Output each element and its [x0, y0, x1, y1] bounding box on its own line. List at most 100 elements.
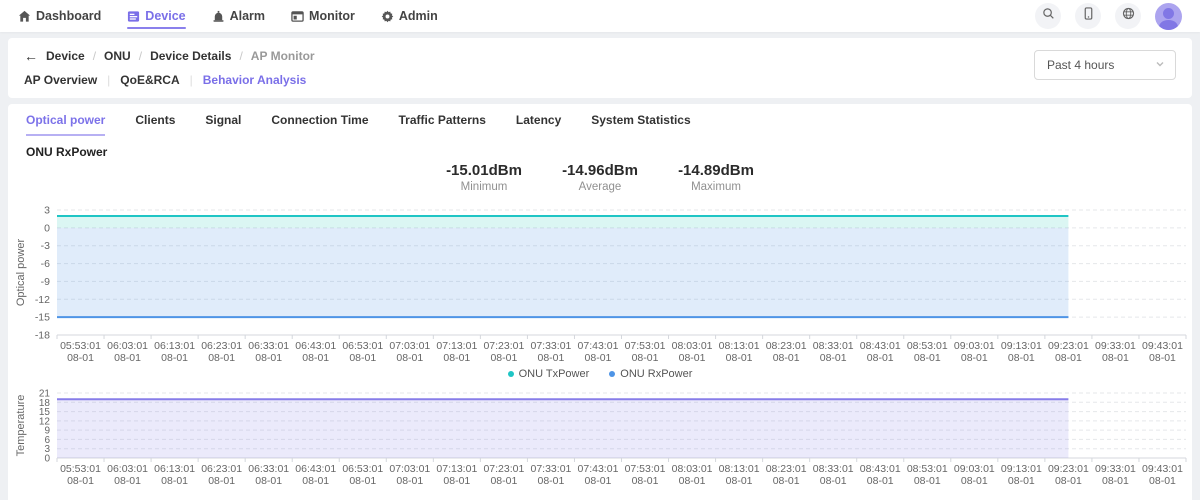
tab-latency[interactable]: Latency	[516, 113, 561, 136]
language-button[interactable]	[1115, 3, 1141, 29]
breadcrumb-current: AP Monitor	[250, 49, 315, 63]
x-tick-time: 07:13:01	[436, 463, 477, 475]
x-tick-time: 09:23:01	[1048, 463, 1089, 475]
y-tick-label: 3	[44, 205, 50, 217]
subnav-behavior-analysis[interactable]: Behavior Analysis	[203, 73, 307, 87]
x-tick-date: 08-01	[1055, 352, 1082, 364]
x-tick-date: 08-01	[1149, 352, 1176, 364]
nav-item-label: Device	[145, 9, 186, 23]
x-tick-date: 08-01	[585, 352, 612, 364]
x-tick-date: 08-01	[1008, 475, 1035, 487]
stat-maximum: -14.89dBm Maximum	[658, 162, 774, 193]
y-tick-label: -18	[35, 330, 50, 342]
user-avatar[interactable]	[1155, 2, 1182, 30]
x-tick-time: 09:13:01	[1001, 340, 1042, 352]
y-tick-label: -6	[41, 258, 50, 270]
x-tick-date: 08-01	[114, 475, 141, 487]
back-arrow-icon[interactable]: ←	[24, 48, 38, 64]
x-tick-time: 08:03:01	[672, 463, 713, 475]
legend-item[interactable]: ONU TxPower	[507, 368, 589, 380]
breadcrumb: ← Device / ONU / Device Details / AP Mon…	[24, 48, 1176, 64]
x-tick-date: 08-01	[538, 352, 565, 364]
breadcrumb-separator: /	[138, 49, 143, 63]
nav-item-admin[interactable]: Admin	[381, 0, 438, 32]
x-tick-date: 08-01	[396, 475, 423, 487]
nav-item-dashboard[interactable]: Dashboard	[18, 0, 101, 32]
nav-item-alarm[interactable]: Alarm	[212, 0, 265, 32]
breadcrumb-back[interactable]: Device	[46, 49, 85, 63]
x-tick-date: 08-01	[161, 352, 188, 364]
x-tick-date: 08-01	[914, 352, 941, 364]
breadcrumb-device-details[interactable]: Device Details	[150, 49, 231, 63]
chart-tabs: Optical power Clients Signal Connection …	[8, 104, 1192, 136]
x-tick-time: 09:13:01	[1001, 463, 1042, 475]
x-tick-date: 08-01	[773, 475, 800, 487]
x-tick-time: 09:23:01	[1048, 340, 1089, 352]
x-tick-date: 08-01	[67, 475, 94, 487]
search-icon	[1042, 7, 1055, 25]
nav-item-device[interactable]: Device	[127, 0, 186, 32]
x-tick-date: 08-01	[443, 352, 470, 364]
mobile-app-button[interactable]	[1075, 3, 1101, 29]
temperature-chart[interactable]: 21181512963005:53:0108-0106:03:0108-0106…	[8, 386, 1192, 488]
x-tick-time: 06:23:01	[201, 340, 242, 352]
stat-minimum: -15.01dBm Minimum	[426, 162, 542, 193]
x-tick-date: 08-01	[961, 475, 988, 487]
breadcrumb-card: ← Device / ONU / Device Details / AP Mon…	[8, 38, 1192, 98]
x-tick-date: 08-01	[490, 352, 517, 364]
tab-clients[interactable]: Clients	[135, 113, 175, 136]
x-tick-time: 08:03:01	[672, 340, 713, 352]
x-tick-time: 08:23:01	[766, 340, 807, 352]
x-tick-date: 08-01	[726, 475, 753, 487]
nav-item-monitor[interactable]: Monitor	[291, 0, 355, 32]
tab-connection-time[interactable]: Connection Time	[271, 113, 368, 136]
x-tick-time: 06:03:01	[107, 340, 148, 352]
subnav-qoe-rca[interactable]: QoE&RCA	[120, 73, 179, 87]
optical-power-chart[interactable]: 30-3-6-9-12-15-1805:53:0108-0106:03:0108…	[8, 198, 1192, 366]
stat-value: -14.96dBm	[562, 162, 638, 179]
x-tick-date: 08-01	[1149, 475, 1176, 487]
x-tick-time: 07:33:01	[531, 340, 572, 352]
legend-item[interactable]: ONU RxPower	[609, 368, 692, 380]
stat-value: -14.89dBm	[678, 162, 754, 179]
x-tick-date: 08-01	[961, 352, 988, 364]
x-tick-date: 08-01	[773, 352, 800, 364]
x-tick-time: 05:53:01	[60, 340, 101, 352]
x-tick-date: 08-01	[349, 352, 376, 364]
x-tick-date: 08-01	[349, 475, 376, 487]
x-tick-time: 07:43:01	[578, 340, 619, 352]
tab-signal[interactable]: Signal	[205, 113, 241, 136]
nav-menu: Dashboard Device Alarm Monitor Admin	[18, 0, 438, 32]
x-tick-date: 08-01	[632, 475, 659, 487]
x-tick-date: 08-01	[490, 475, 517, 487]
x-tick-time: 07:03:01	[389, 463, 430, 475]
y-tick-label: -3	[41, 240, 50, 252]
x-tick-date: 08-01	[208, 352, 235, 364]
avatar-head	[1163, 7, 1174, 19]
chart-legend: ONU TxPower ONU RxPower	[8, 367, 1192, 381]
x-tick-date: 08-01	[1102, 352, 1129, 364]
subnav-ap-overview[interactable]: AP Overview	[24, 73, 97, 87]
tab-system-statistics[interactable]: System Statistics	[591, 113, 690, 136]
x-tick-date: 08-01	[726, 352, 753, 364]
x-tick-time: 06:13:01	[154, 463, 195, 475]
search-button[interactable]	[1035, 3, 1061, 29]
x-tick-date: 08-01	[1055, 475, 1082, 487]
x-tick-date: 08-01	[161, 475, 188, 487]
x-tick-time: 06:03:01	[107, 463, 148, 475]
x-tick-time: 07:33:01	[531, 463, 572, 475]
x-tick-date: 08-01	[67, 352, 94, 364]
monitor-icon	[291, 10, 304, 23]
x-tick-date: 08-01	[1008, 352, 1035, 364]
home-icon	[18, 10, 31, 23]
nav-item-label: Alarm	[229, 9, 266, 23]
x-tick-time: 07:13:01	[436, 340, 477, 352]
x-tick-date: 08-01	[867, 352, 894, 364]
tab-optical-power[interactable]: Optical power	[26, 113, 106, 136]
tab-traffic-patterns[interactable]: Traffic Patterns	[399, 113, 486, 136]
x-tick-date: 08-01	[585, 475, 612, 487]
x-tick-time: 07:53:01	[625, 463, 666, 475]
breadcrumb-onu[interactable]: ONU	[104, 49, 131, 63]
time-range-select[interactable]: Past 4 hours	[1034, 50, 1176, 80]
y-axis-name: Optical power	[15, 239, 27, 307]
